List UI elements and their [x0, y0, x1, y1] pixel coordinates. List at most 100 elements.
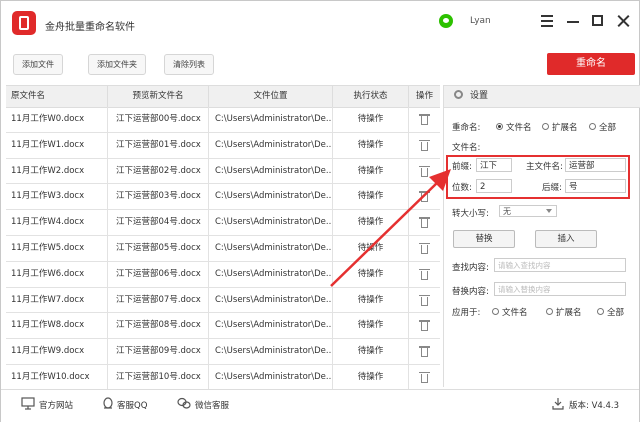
col-location: 文件位置	[209, 86, 333, 107]
preview-name: 江下运营部00号.docx	[108, 107, 209, 132]
trash-icon[interactable]	[419, 114, 430, 125]
download-icon	[552, 398, 564, 410]
radio-rename-extension-label[interactable]: 扩展名	[552, 121, 578, 133]
file-location: C:\Users\Administrator\De...	[209, 210, 333, 236]
status: 待操作	[333, 313, 409, 339]
menu-icon[interactable]	[539, 13, 555, 29]
original-name: 11月工作W1.docx	[6, 132, 108, 158]
preview-name: 江下运营部10号.docx	[108, 364, 209, 390]
qq-support-link[interactable]: 客服QQ	[117, 399, 147, 411]
preview-name: 江下运营部07号.docx	[108, 287, 209, 313]
qq-icon	[103, 397, 113, 409]
table-row[interactable]: 11月工作W7.docx 江下运营部07号.docx C:\Users\Admi…	[6, 287, 440, 314]
original-name: 11月工作W2.docx	[6, 158, 108, 184]
file-location: C:\Users\Administrator\De...	[209, 261, 333, 287]
wechat-support-link[interactable]: 微信客服	[195, 399, 229, 411]
status: 待操作	[333, 107, 409, 132]
original-name: 11月工作W9.docx	[6, 339, 108, 365]
case-select[interactable]: 无	[499, 205, 557, 217]
col-original-name: 原文件名	[6, 86, 108, 107]
gear-icon	[454, 90, 463, 99]
settings-title: 设置	[470, 91, 489, 101]
original-name: 11月工作W8.docx	[6, 313, 108, 339]
file-location: C:\Users\Administrator\De...	[209, 313, 333, 339]
original-name: 11月工作W5.docx	[6, 235, 108, 261]
table-row[interactable]: 11月工作W0.docx 江下运营部00号.docx C:\Users\Admi…	[6, 107, 440, 133]
preview-name: 江下运营部04号.docx	[108, 210, 209, 236]
preview-name: 江下运营部06号.docx	[108, 261, 209, 287]
website-link[interactable]: 官方网站	[39, 399, 73, 411]
radio-apply-extension-label[interactable]: 扩展名	[556, 306, 582, 318]
user-name[interactable]: Lyan	[470, 16, 491, 26]
status: 待操作	[333, 339, 409, 365]
wechat-icon[interactable]	[439, 14, 453, 28]
table-row[interactable]: 11月工作W9.docx 江下运营部09号.docx C:\Users\Admi…	[6, 339, 440, 365]
table-header: 原文件名 预览新文件名 文件位置 执行状态 操作	[6, 85, 440, 108]
original-name: 11月工作W3.docx	[6, 184, 108, 210]
file-location: C:\Users\Administrator\De...	[209, 184, 333, 210]
preview-name: 江下运营部05号.docx	[108, 235, 209, 261]
col-preview-name: 预览新文件名	[108, 86, 209, 107]
wechat-support-icon	[177, 397, 191, 409]
status: 待操作	[333, 364, 409, 390]
radio-rename-all-label[interactable]: 全部	[599, 121, 616, 133]
apply-label: 应用于:	[452, 308, 481, 318]
preview-name: 江下运营部02号.docx	[108, 158, 209, 184]
col-status: 执行状态	[333, 86, 409, 107]
toolbar: 添加文件 添加文件夹 清除列表 重命名	[1, 45, 639, 83]
app-title: 金舟批量重命名软件	[45, 22, 135, 33]
preview-name: 江下运营部09号.docx	[108, 339, 209, 365]
status: 待操作	[333, 287, 409, 313]
radio-rename-all[interactable]	[589, 123, 596, 130]
preview-name: 江下运营部08号.docx	[108, 313, 209, 339]
file-location: C:\Users\Administrator\De...	[209, 287, 333, 313]
original-name: 11月工作W7.docx	[6, 287, 108, 313]
clear-list-button[interactable]: 清除列表	[164, 54, 214, 75]
trash-icon[interactable]	[419, 320, 430, 332]
replace-button[interactable]: 替换	[453, 230, 515, 248]
replace-input[interactable]: 请输入替换内容	[494, 282, 626, 296]
file-location: C:\Users\Administrator\De...	[209, 132, 333, 158]
table-row[interactable]: 11月工作W10.docx 江下运营部10号.docx C:\Users\Adm…	[6, 364, 440, 391]
version-text: 版本: V4.4.3	[569, 401, 620, 411]
radio-apply-extension[interactable]	[546, 308, 553, 315]
preview-name: 江下运营部03号.docx	[108, 184, 209, 210]
file-location: C:\Users\Administrator\De...	[209, 339, 333, 365]
file-location: C:\Users\Administrator\De...	[209, 235, 333, 261]
trash-icon[interactable]	[419, 346, 430, 358]
original-name: 11月工作W0.docx	[6, 107, 108, 132]
add-folder-button[interactable]: 添加文件夹	[88, 54, 146, 75]
radio-apply-filename-label[interactable]: 文件名	[502, 306, 528, 318]
radio-rename-filename-label[interactable]: 文件名	[506, 121, 532, 133]
radio-apply-all-label[interactable]: 全部	[607, 306, 624, 318]
radio-apply-all[interactable]	[597, 308, 604, 315]
chevron-down-icon	[546, 209, 552, 213]
col-action: 操作	[415, 91, 433, 101]
title-bar: 金舟批量重命名软件 Lyan	[1, 1, 639, 45]
case-select-value: 无	[503, 207, 511, 216]
radio-apply-filename[interactable]	[492, 308, 499, 315]
settings-header: 设置	[444, 85, 640, 108]
rename-label: 重命名:	[452, 123, 481, 133]
maximize-icon[interactable]	[590, 13, 606, 29]
minimize-icon[interactable]	[565, 13, 581, 29]
app-window: 金舟批量重命名软件 Lyan 添加文件 添加文件夹 清除列表 重命名 原文件名 …	[0, 0, 640, 422]
trash-icon[interactable]	[419, 139, 430, 151]
radio-rename-filename[interactable]	[496, 123, 503, 130]
table-row[interactable]: 11月工作W8.docx 江下运营部08号.docx C:\Users\Admi…	[6, 313, 440, 340]
file-location: C:\Users\Administrator\De...	[209, 364, 333, 390]
close-icon[interactable]	[615, 13, 631, 29]
preview-name: 江下运营部01号.docx	[108, 132, 209, 158]
footer: 官方网站 客服QQ 微信客服 版本: V4.4.3	[1, 389, 639, 422]
insert-button[interactable]: 插入	[535, 230, 597, 248]
trash-icon[interactable]	[419, 371, 430, 383]
trash-icon[interactable]	[419, 294, 430, 306]
find-input[interactable]: 请输入查找内容	[494, 258, 626, 272]
rename-button[interactable]: 重命名	[547, 53, 635, 75]
radio-rename-extension[interactable]	[542, 123, 549, 130]
original-name: 11月工作W6.docx	[6, 261, 108, 287]
original-name: 11月工作W4.docx	[6, 210, 108, 236]
app-logo-icon	[12, 11, 36, 35]
add-file-button[interactable]: 添加文件	[13, 54, 63, 75]
original-name: 11月工作W10.docx	[6, 364, 108, 390]
